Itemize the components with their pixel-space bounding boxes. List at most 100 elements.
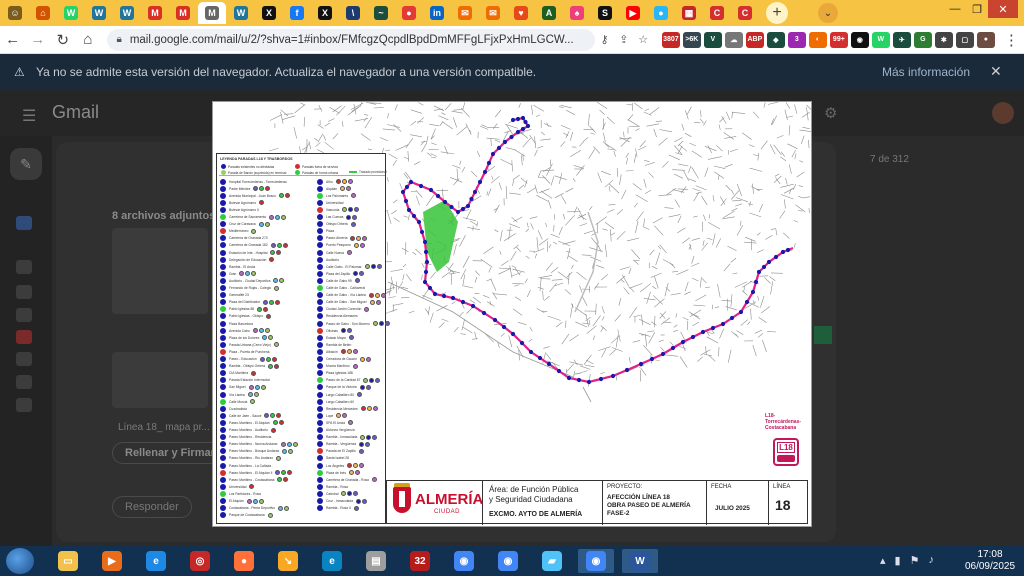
tab-search-button[interactable]: ⌄ — [818, 3, 838, 23]
attachment-thumbnail[interactable] — [112, 228, 208, 314]
close-infobar-icon[interactable]: ✕ — [990, 63, 1002, 80]
more-info-link[interactable]: Más información — [882, 65, 970, 79]
network-icon[interactable]: ▮ — [895, 554, 901, 567]
browser-tab[interactable]: C — [732, 2, 758, 24]
taskbar-app[interactable]: W — [622, 549, 658, 573]
taskbar-app[interactable]: ▰ — [534, 549, 570, 573]
browser-tab[interactable]: X — [312, 2, 338, 24]
flag-icon[interactable]: ⚑ — [910, 554, 920, 567]
reply-button[interactable]: Responder — [112, 496, 192, 518]
sidebar-icon[interactable] — [16, 352, 32, 366]
extension-icon[interactable]: V — [703, 31, 722, 48]
extension-icon[interactable]: ◆ — [766, 31, 785, 48]
route-stop — [586, 379, 592, 385]
browser-tab[interactable]: M — [198, 2, 226, 24]
browser-tab[interactable]: W — [228, 2, 254, 24]
reload-icon[interactable]: ↻ — [50, 27, 75, 53]
sidebar-icon[interactable] — [16, 260, 32, 274]
clock[interactable]: 17:08 06/09/2025 — [960, 549, 1020, 573]
extension-icon[interactable]: G — [913, 31, 932, 48]
browser-tab[interactable]: ▶ — [620, 2, 646, 24]
taskbar-app[interactable]: ◉ — [490, 549, 526, 573]
extension-icon[interactable]: ☁ — [724, 31, 743, 48]
gmail-logo[interactable]: Gmail — [52, 102, 99, 123]
browser-tab[interactable]: W — [58, 2, 84, 24]
browser-tab[interactable]: ☺ — [2, 2, 28, 24]
sidebar-icon[interactable] — [16, 398, 32, 412]
browser-tab[interactable]: X — [256, 2, 282, 24]
browser-tab[interactable]: C — [704, 2, 730, 24]
extension-icon[interactable]: 3807 — [661, 31, 680, 48]
taskbar-app[interactable]: ▶ — [94, 549, 130, 573]
speaker-icon[interactable]: ♪ — [928, 554, 934, 567]
extension-icon[interactable]: ◉ — [850, 31, 869, 48]
taskbar-app[interactable]: ◉ — [446, 549, 482, 573]
minimize-button[interactable]: — — [944, 0, 966, 18]
extension-icon[interactable]: ◐ — [808, 31, 827, 48]
home-icon[interactable]: ⌂ — [75, 27, 100, 53]
sidebar-icon[interactable] — [16, 330, 32, 344]
back-icon[interactable]: ← — [0, 27, 25, 53]
browser-tab[interactable]: M — [142, 2, 168, 24]
browser-tab[interactable]: ⌂ — [30, 2, 56, 24]
browser-tab[interactable]: A — [536, 2, 562, 24]
taskbar-app[interactable]: ▭ — [50, 549, 86, 573]
hamburger-icon[interactable]: ☰ — [22, 106, 36, 126]
taskbar-app[interactable]: 32 — [402, 549, 438, 573]
attachment-name[interactable]: Línea 18_ mapa pr... — [118, 422, 210, 433]
extension-icon[interactable]: W — [871, 31, 890, 48]
extension-icon[interactable]: ABP — [745, 31, 764, 48]
extension-icon[interactable]: ● — [976, 31, 995, 48]
sidebar-icon[interactable] — [16, 375, 32, 389]
browser-tab[interactable]: \ — [340, 2, 366, 24]
avatar[interactable] — [992, 102, 1014, 124]
menu-dots-icon[interactable]: ⋮ — [999, 27, 1024, 53]
extension-icon[interactable]: >6K — [682, 31, 701, 48]
taskbar-app[interactable]: e — [138, 549, 174, 573]
tray-arrow-icon[interactable]: ▴ — [880, 554, 886, 567]
browser-tab[interactable]: ● — [648, 2, 674, 24]
bookmark-star-icon[interactable]: ☆ — [634, 33, 653, 46]
browser-tab[interactable]: W — [86, 2, 112, 24]
taskbar-app[interactable]: ▤ — [358, 549, 394, 573]
browser-tab[interactable]: ● — [396, 2, 422, 24]
extension-icon[interactable]: 3 — [787, 31, 806, 48]
start-button[interactable] — [6, 548, 34, 574]
fill-sign-button[interactable]: Rellenar y Firmar — [112, 442, 228, 464]
sidebar-icon[interactable] — [16, 308, 32, 322]
browser-tab[interactable]: ✉ — [480, 2, 506, 24]
taskbar-app[interactable]: ↘ — [270, 549, 306, 573]
forward-icon[interactable]: → — [25, 27, 50, 53]
browser-tab[interactable]: ▦ — [676, 2, 702, 24]
calendar-icon[interactable] — [814, 326, 832, 344]
extension-icon[interactable]: ✈ — [892, 31, 911, 48]
chrome-icon: ◉ — [454, 551, 474, 571]
inbox-icon[interactable] — [16, 216, 32, 230]
browser-tab[interactable]: ♠ — [564, 2, 590, 24]
browser-tab[interactable]: in — [424, 2, 450, 24]
key-icon[interactable]: ⚷ — [595, 33, 614, 46]
new-tab-button[interactable]: + — [766, 2, 788, 24]
gear-icon[interactable]: ⚙ — [824, 104, 837, 122]
attachment-thumbnail[interactable] — [112, 352, 208, 408]
browser-tab[interactable]: W — [114, 2, 140, 24]
sidebar-icon[interactable] — [16, 285, 32, 299]
browser-tab[interactable]: ~ — [368, 2, 394, 24]
browser-tab[interactable]: ✉ — [452, 2, 478, 24]
taskbar-app[interactable]: ◉ — [578, 549, 614, 573]
compose-button[interactable]: ✎ — [10, 148, 42, 180]
share-icon[interactable]: ⇪ — [614, 33, 633, 46]
extension-icon[interactable]: ✱ — [934, 31, 953, 48]
browser-tab[interactable]: f — [284, 2, 310, 24]
address-bar[interactable]: 🔒︎ mail.google.com/mail/u/2/?shva=1#inbo… — [106, 28, 595, 51]
taskbar-app[interactable]: ◎ — [182, 549, 218, 573]
extension-icon[interactable]: 99+ — [829, 31, 848, 48]
restore-button[interactable]: ❐ — [966, 0, 988, 18]
browser-tab[interactable]: S — [592, 2, 618, 24]
browser-tab[interactable]: M — [170, 2, 196, 24]
browser-tab[interactable]: ♥ — [508, 2, 534, 24]
close-window-button[interactable]: ✕ — [988, 0, 1018, 18]
taskbar-app[interactable]: ● — [226, 549, 262, 573]
taskbar-app[interactable]: e — [314, 549, 350, 573]
extension-icon[interactable]: ▢ — [955, 31, 974, 48]
